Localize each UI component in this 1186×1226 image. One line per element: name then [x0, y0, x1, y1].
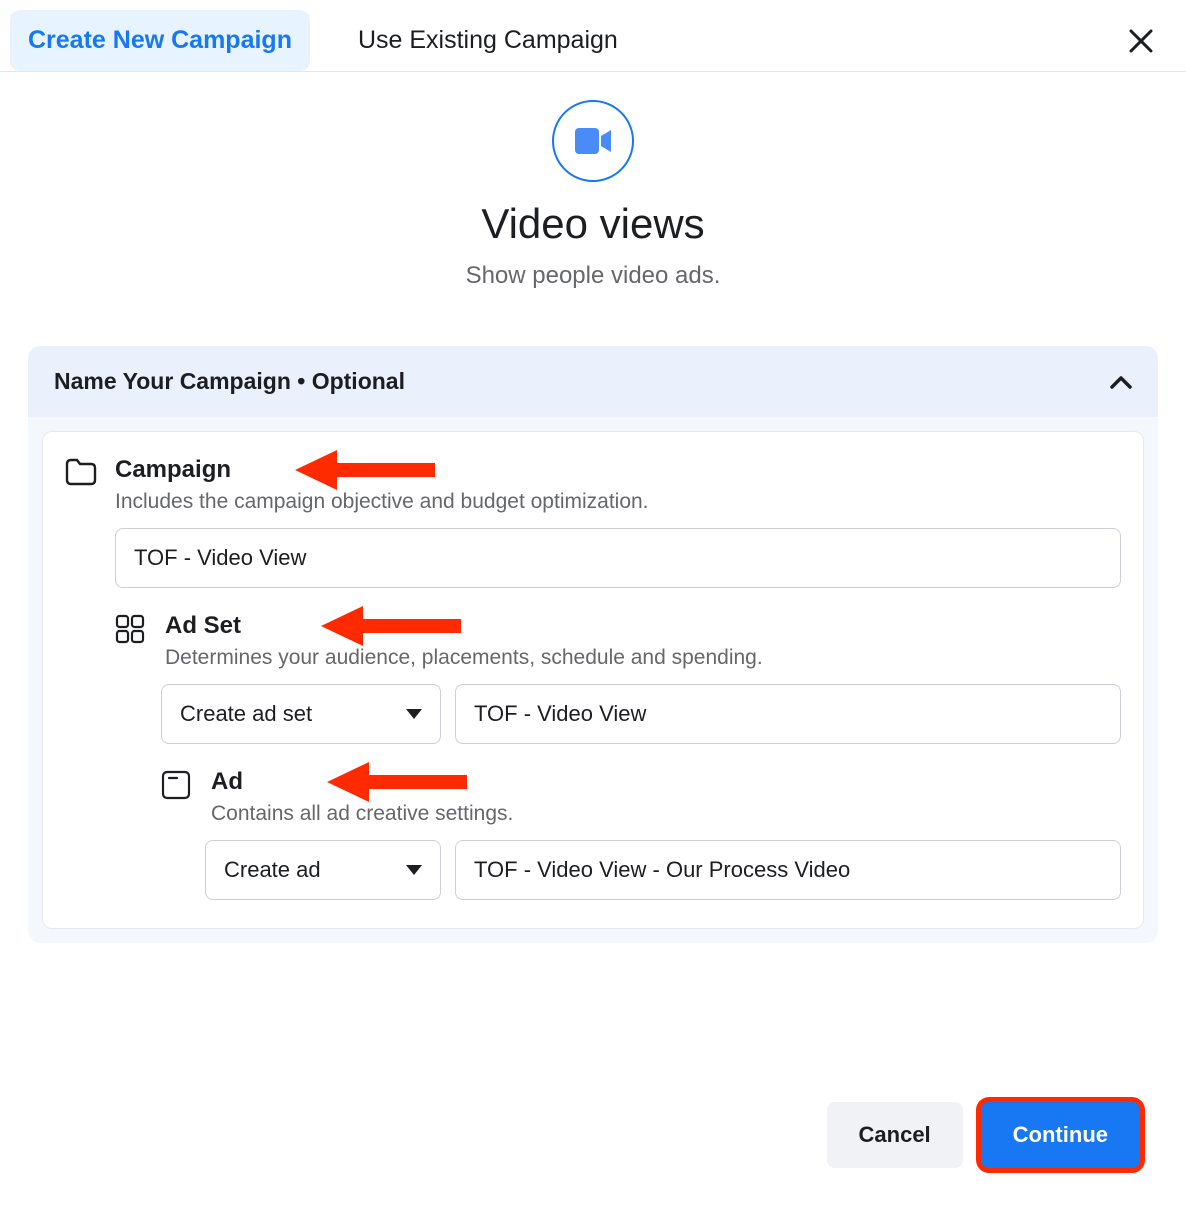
tab-use-existing[interactable]: Use Existing Campaign [340, 10, 636, 71]
top-bar: Create New Campaign Use Existing Campaig… [0, 0, 1186, 72]
campaign-title: Campaign [115, 456, 649, 484]
adset-action-label: Create ad set [180, 701, 312, 727]
ad-action-label: Create ad [224, 857, 321, 883]
campaign-desc: Includes the campaign objective and budg… [115, 490, 649, 514]
page-title: Video views [0, 200, 1186, 248]
name-campaign-panel: Name Your Campaign • Optional [28, 346, 1158, 943]
tab-group: Create New Campaign Use Existing Campaig… [10, 10, 636, 71]
cancel-button[interactable]: Cancel [827, 1102, 963, 1168]
adset-title: Ad Set [165, 612, 763, 640]
ad-title: Ad [211, 768, 513, 796]
panel-header-title: Name Your Campaign • Optional [54, 368, 405, 395]
close-icon[interactable] [1120, 20, 1162, 62]
form-card: Campaign Includes the campaign objective… [42, 431, 1144, 929]
page-subtitle: Show people video ads. [0, 262, 1186, 290]
adset-name-input[interactable] [455, 684, 1121, 744]
adset-row: Ad Set Determines your audience, placeme… [65, 612, 1121, 744]
hero: Video views Show people video ads. [0, 72, 1186, 318]
panel-body: Campaign Includes the campaign objective… [28, 417, 1158, 943]
ad-desc: Contains all ad creative settings. [211, 802, 513, 826]
video-views-icon [552, 100, 634, 182]
tab-create-new[interactable]: Create New Campaign [10, 10, 310, 71]
continue-button[interactable]: Continue [981, 1102, 1140, 1168]
grid-icon [115, 614, 145, 644]
ad-name-input[interactable] [455, 840, 1121, 900]
footer: Cancel Continue [0, 1102, 1186, 1168]
adset-desc: Determines your audience, placements, sc… [165, 646, 763, 670]
folder-icon [65, 458, 97, 486]
campaign-row: Campaign Includes the campaign objective… [65, 456, 1121, 588]
caret-down-icon [406, 709, 422, 719]
ad-action-select[interactable]: Create ad [205, 840, 441, 900]
panel-header[interactable]: Name Your Campaign • Optional [28, 346, 1158, 417]
chevron-up-icon [1110, 375, 1132, 389]
caret-down-icon [406, 865, 422, 875]
ad-icon [161, 770, 191, 800]
adset-action-select[interactable]: Create ad set [161, 684, 441, 744]
ad-row: Ad Contains all ad creative settings. Cr… [65, 768, 1121, 900]
campaign-name-input[interactable] [115, 528, 1121, 588]
